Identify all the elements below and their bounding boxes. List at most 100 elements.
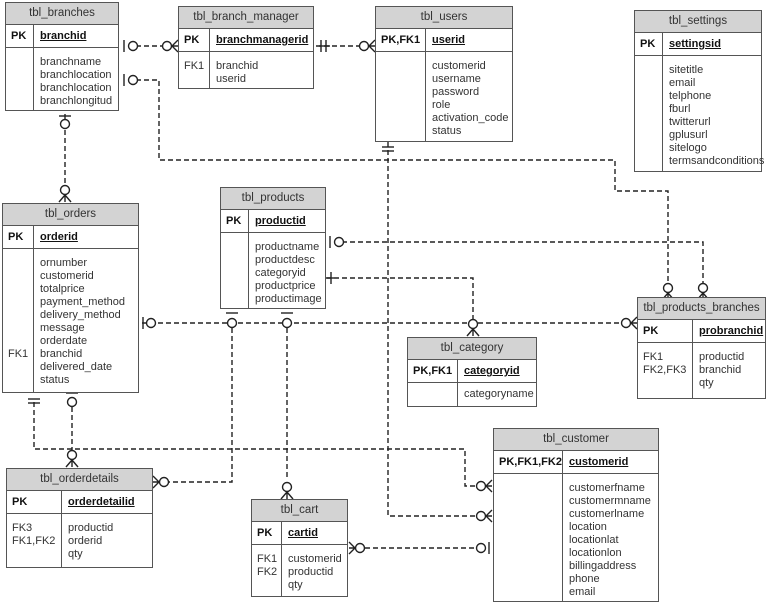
field: activation_code — [432, 112, 509, 124]
table-orderdetails[interactable]: tbl_orderdetails PK orderdetailid FK3 FK… — [6, 468, 153, 568]
field: customermname — [569, 495, 651, 507]
field: status — [432, 125, 462, 137]
fk-labels: FK3 FK1,FK2 — [7, 514, 62, 567]
pk-label: PK — [6, 25, 34, 47]
field: customerid — [288, 553, 342, 565]
table-title: tbl_branches — [6, 3, 118, 25]
fk-labels — [494, 474, 563, 601]
field-list: productid orderid qty — [62, 514, 119, 567]
field: productid — [68, 522, 114, 534]
field: email — [669, 77, 696, 89]
table-title: tbl_branch_manager — [179, 7, 313, 29]
table-orders[interactable]: tbl_orders PK orderid FK1 ornumber custo… — [2, 203, 139, 393]
field: phone — [569, 573, 600, 585]
field: qty — [288, 579, 303, 591]
table-settings[interactable]: tbl_settings PK settingsid sitetitle ema… — [634, 10, 764, 172]
field: fburl — [669, 103, 691, 115]
field-section: FK1 branchid userid — [179, 52, 313, 88]
fk-label: FK2 — [257, 566, 278, 578]
fk-label: FK3 — [12, 522, 33, 534]
field: totalprice — [40, 283, 85, 295]
field-section: productname productdesc categoryid produ… — [221, 233, 325, 308]
pk-field: productid — [255, 215, 306, 227]
table-cart[interactable]: tbl_cart PK cartid FK1 FK2 customerid pr… — [251, 499, 348, 597]
fk-label — [8, 335, 28, 348]
rel-products-category — [326, 277, 474, 320]
field: sitelogo — [669, 142, 707, 154]
field-section: FK1 ornumber customerid totalprice payme… — [3, 249, 138, 392]
table-branches[interactable]: tbl_branches PK branchid branchname bran… — [5, 2, 119, 111]
pk-field: settingsid — [669, 38, 721, 50]
field: branchid — [216, 60, 259, 72]
primary-key-row: PK branchmanagerid — [179, 29, 313, 52]
fk-labels: FK1 — [3, 249, 34, 392]
table-branch-manager[interactable]: tbl_branch_manager PK branchmanagerid FK… — [178, 6, 314, 89]
pk-label: PK — [635, 33, 663, 55]
field: orderdate — [40, 335, 88, 347]
field: branchid — [699, 364, 742, 376]
field: location — [569, 521, 607, 533]
field: billingaddress — [569, 560, 637, 572]
field: branchlocation — [40, 82, 112, 94]
field: sitetitle — [669, 64, 704, 76]
field: twitterurl — [669, 116, 711, 128]
field-section: sitetitle email telphone fburl twitterur… — [635, 56, 764, 171]
field-section: FK1 FK2 customerid productid qty — [252, 545, 347, 596]
fk-labels — [6, 48, 34, 110]
field: branchlongitud — [40, 95, 113, 107]
fk-label — [8, 322, 28, 335]
field-section: customerfname customermname customerlnam… — [494, 474, 658, 601]
field: delivered_date — [40, 361, 113, 373]
field: gplusurl — [669, 129, 708, 141]
field: productimage — [255, 293, 322, 305]
pk-label: PK — [221, 210, 249, 232]
field: telphone — [669, 90, 712, 102]
field: username — [432, 73, 481, 85]
pk-field: orderid — [40, 231, 78, 243]
field: productid — [288, 566, 334, 578]
fk-labels — [221, 233, 249, 308]
field-section: customerid username password role activa… — [376, 52, 512, 141]
fk-label — [8, 270, 28, 283]
fk-labels: FK1 FK2,FK3 — [638, 343, 693, 398]
fk-label — [8, 283, 28, 296]
field-list: productname productdesc categoryid produ… — [249, 233, 328, 308]
pk-field: branchid — [40, 30, 87, 42]
table-products[interactable]: tbl_products PK productid productname pr… — [220, 187, 326, 309]
table-customer[interactable]: tbl_customer PK,FK1,FK2 customerid custo… — [493, 428, 659, 602]
pk-field: categoryid — [464, 365, 520, 377]
primary-key-row: PK orderdetailid — [7, 491, 152, 514]
rel-products-orderdetails — [165, 328, 233, 483]
field-list: branchid userid — [210, 52, 264, 88]
field: categoryid — [255, 267, 306, 279]
pk-label: PK,FK1 — [376, 29, 426, 51]
field: branchname — [40, 56, 102, 68]
field: categoryname — [464, 388, 534, 400]
table-title: tbl_products — [221, 188, 325, 210]
fk-label: FK2,FK3 — [643, 364, 687, 376]
field-list: customerid username password role activa… — [426, 52, 514, 141]
fk-label — [8, 296, 28, 309]
field: ornumber — [40, 257, 88, 269]
field-list: customerfname customermname customerlnam… — [563, 474, 657, 601]
table-users[interactable]: tbl_users PK,FK1 userid customerid usern… — [375, 6, 513, 142]
field: message — [40, 322, 85, 334]
field-list: sitetitle email telphone fburl twitterur… — [663, 56, 768, 171]
table-category[interactable]: tbl_category PK,FK1 categoryid categoryn… — [407, 337, 537, 407]
field-list: ornumber customerid totalprice payment_m… — [34, 249, 131, 392]
primary-key-row: PK cartid — [252, 522, 347, 545]
field: userid — [216, 73, 246, 85]
field: customerlname — [569, 508, 645, 520]
field: status — [40, 374, 70, 386]
field: customerid — [40, 270, 94, 282]
primary-key-row: PK productid — [221, 210, 325, 233]
pk-label: PK — [252, 522, 282, 544]
table-products-branches[interactable]: tbl_products_branches PK probranchid FK1… — [637, 297, 766, 399]
field-list: customerid productid qty — [282, 545, 348, 596]
field-section: FK1 FK2,FK3 productid branchid qty — [638, 343, 765, 398]
pk-label: PK — [7, 491, 62, 513]
fk-labels: FK1 FK2 — [252, 545, 282, 596]
field: productprice — [255, 280, 316, 292]
field: locationlat — [569, 534, 619, 546]
fk-labels — [376, 52, 426, 141]
